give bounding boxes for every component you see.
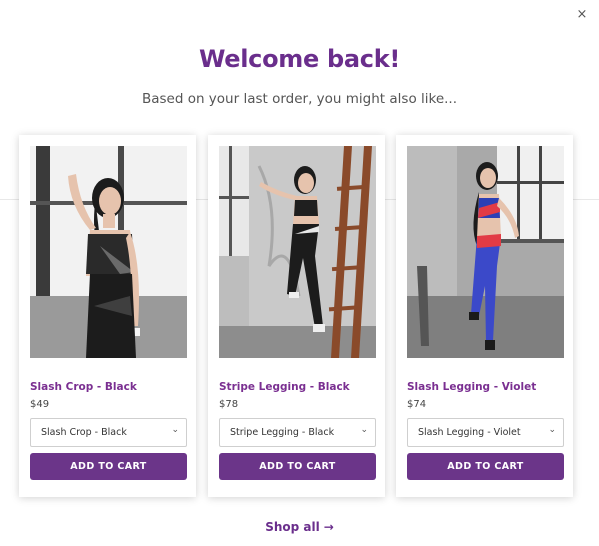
shop-all-label: Shop all [265,520,320,534]
product-card: Slash Crop - Black $49 Slash Crop - Blac… [19,135,196,497]
chevron-down-icon: ⌄ [171,425,179,435]
chevron-down-icon: ⌄ [360,425,368,435]
product-name[interactable]: Stripe Legging - Black [219,381,350,393]
product-price: $49 [30,399,50,410]
product-image[interactable] [30,146,187,358]
add-to-cart-button[interactable]: ADD TO CART [407,453,564,480]
arrow-right-icon: → [323,520,334,534]
product-card: Slash Legging - Violet $74 Slash Legging… [396,135,573,497]
product-image[interactable] [219,146,376,358]
variant-select[interactable]: Slash Legging - Violet ⌄ [407,418,564,447]
modal-subtitle: Based on your last order, you might also… [141,91,458,107]
product-price: $78 [219,399,239,410]
variant-select-value: Slash Legging - Violet [418,427,521,438]
add-to-cart-button[interactable]: ADD TO CART [219,453,376,480]
variant-select-value: Stripe Legging - Black [230,427,335,438]
shop-all-link[interactable]: Shop all → [0,520,599,534]
product-price: $74 [407,399,427,410]
product-name[interactable]: Slash Legging - Violet [407,381,536,393]
variant-select[interactable]: Stripe Legging - Black ⌄ [219,418,376,447]
chevron-down-icon: ⌄ [548,425,556,435]
product-image[interactable] [407,146,564,358]
variant-select-value: Slash Crop - Black [41,427,127,438]
close-icon[interactable]: × [574,6,590,22]
modal-title: Welcome back! [198,45,401,73]
product-card: Stripe Legging - Black $78 Stripe Leggin… [208,135,385,497]
variant-select[interactable]: Slash Crop - Black ⌄ [30,418,187,447]
product-name[interactable]: Slash Crop - Black [30,381,137,393]
add-to-cart-button[interactable]: ADD TO CART [30,453,187,480]
